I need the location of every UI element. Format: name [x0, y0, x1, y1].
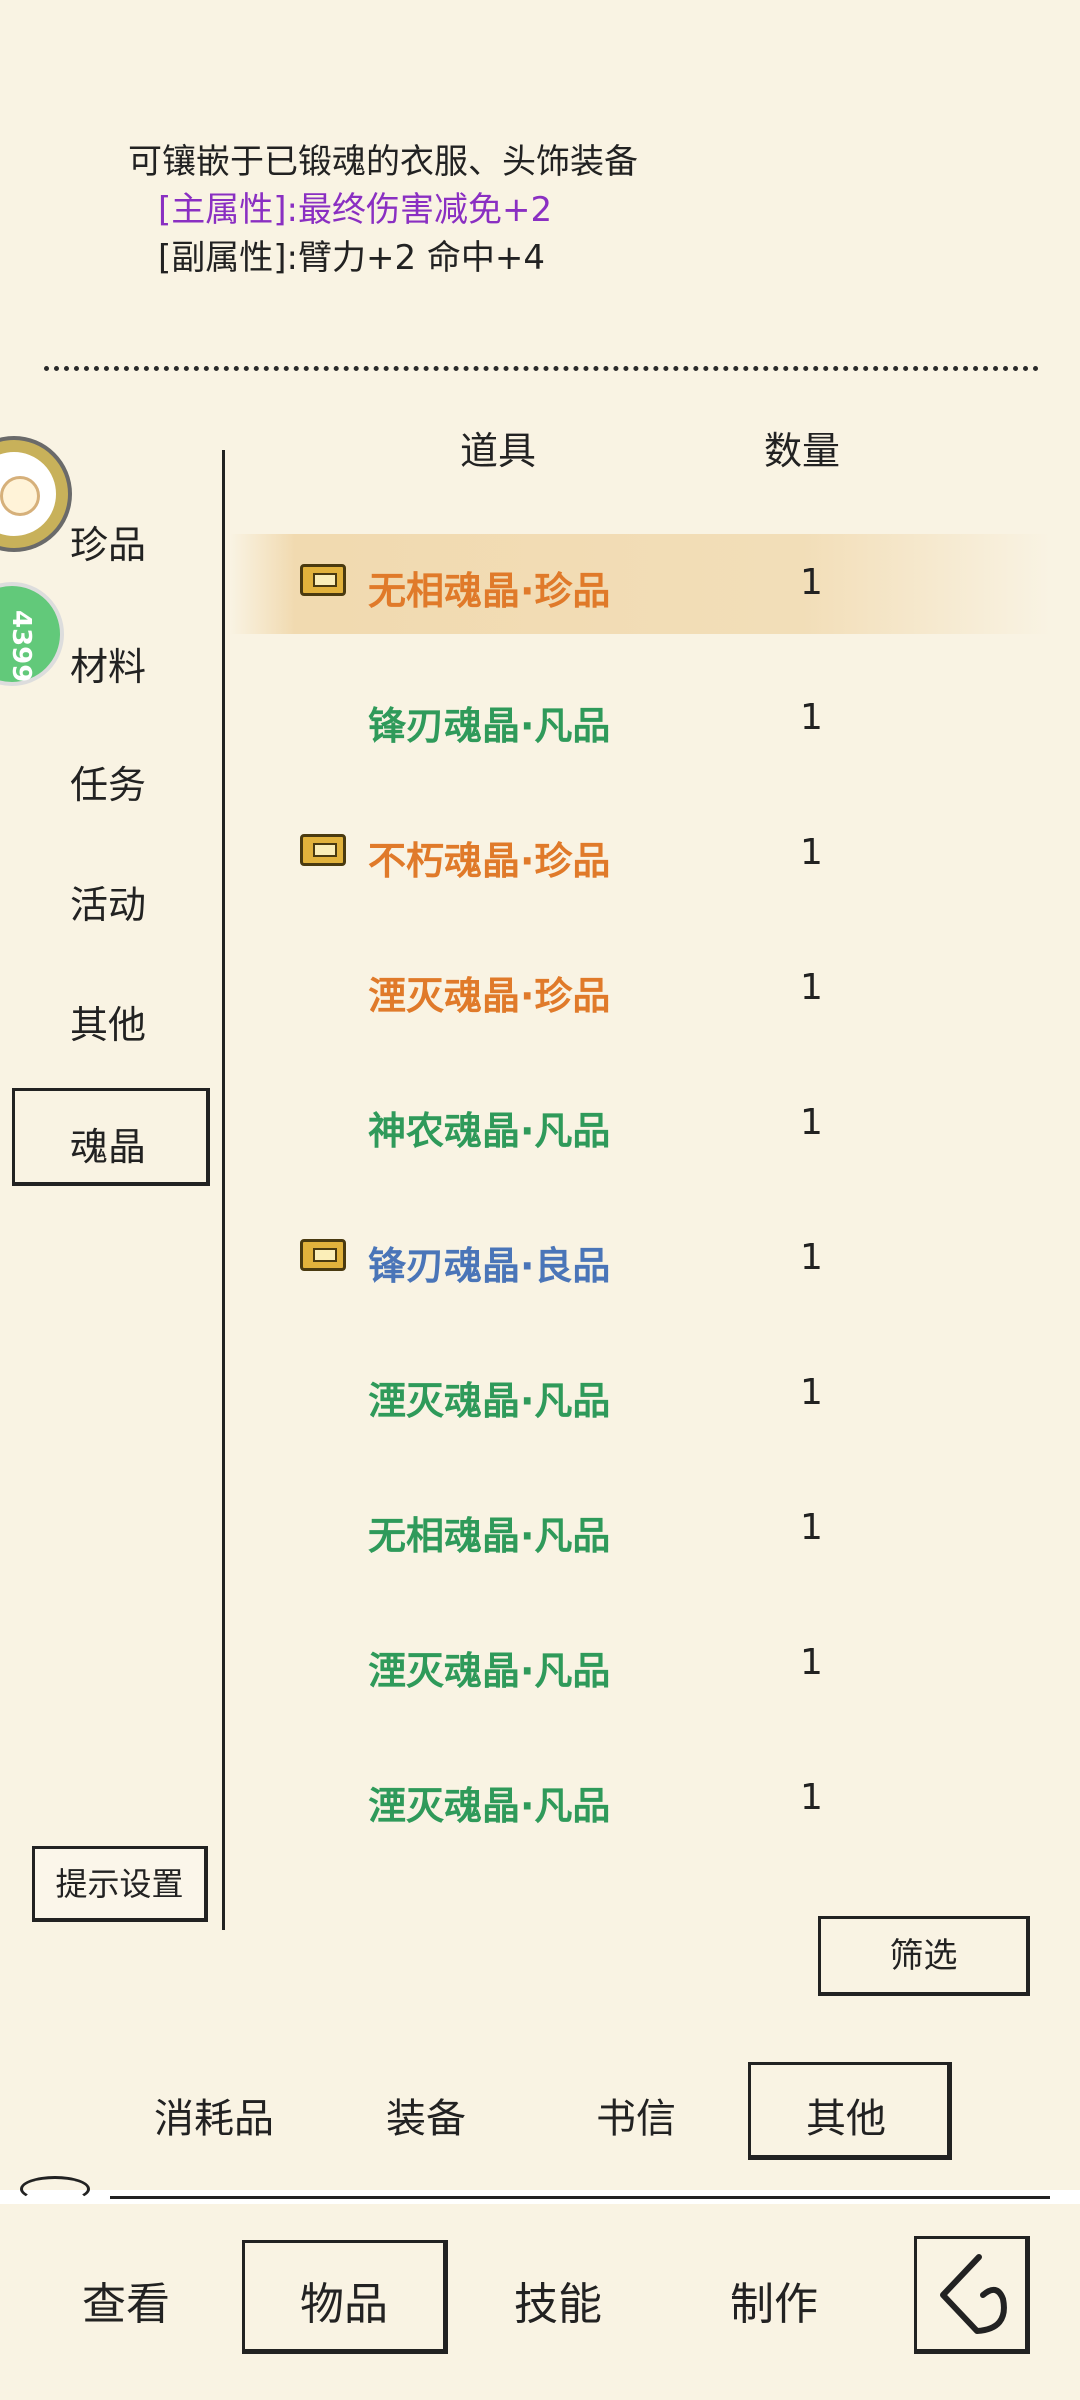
item-name: 神农魂晶·凡品: [368, 1109, 611, 1153]
item-row[interactable]: 湮灭魂晶·凡品 1: [230, 1344, 1050, 1444]
lock-icon: [300, 834, 346, 866]
item-description: 可镶嵌于已锻魂的衣服、头饰装备 [主属性]:最终伤害减免+2 [副属性]:臂力+…: [128, 138, 638, 282]
sidebar-item-others[interactable]: 其他: [70, 994, 146, 1049]
sidebar-item-materials[interactable]: 材料: [70, 636, 146, 691]
lock-icon: [300, 1239, 346, 1271]
description-line1: 可镶嵌于已锻魂的衣服、头饰装备: [128, 142, 638, 182]
item-name: 湮灭魂晶·凡品: [368, 1784, 611, 1828]
item-name: 湮灭魂晶·珍品: [368, 974, 611, 1018]
back-arrow-icon: [940, 2254, 1007, 2334]
column-header-item: 道具: [460, 429, 537, 473]
item-qty: 1: [800, 1372, 823, 1413]
tip-settings-button[interactable]: 提示设置: [32, 1846, 208, 1922]
nav-items[interactable]: 物品: [300, 2268, 388, 2332]
character-avatar[interactable]: [0, 440, 68, 548]
main-attribute: [主属性]:最终伤害减免+2: [158, 190, 553, 230]
item-row[interactable]: 锋刃魂晶·良品 1: [230, 1209, 1050, 1309]
item-qty: 1: [800, 1237, 823, 1278]
nav-view[interactable]: 查看: [82, 2268, 170, 2332]
column-header-qty: 数量: [764, 429, 841, 473]
item-name: 湮灭魂晶·凡品: [368, 1379, 611, 1423]
nav-crafting[interactable]: 制作: [730, 2268, 818, 2332]
item-name: 无相魂晶·凡品: [368, 1514, 611, 1558]
item-qty: 1: [800, 562, 823, 603]
item-name: 锋刃魂晶·凡品: [368, 704, 611, 748]
4399-badge-avatar[interactable]: 4399: [0, 582, 64, 686]
item-row[interactable]: 湮灭魂晶·凡品 1: [230, 1749, 1050, 1849]
badge-text: 4399: [6, 610, 36, 683]
item-row[interactable]: 湮灭魂晶·凡品 1: [230, 1614, 1050, 1714]
item-name: 无相魂晶·珍品: [368, 569, 611, 613]
item-qty: 1: [800, 832, 823, 873]
filter-button[interactable]: 筛选: [818, 1916, 1030, 1996]
sidebar-item-soul-crystal[interactable]: 魂晶: [70, 1116, 146, 1171]
item-row[interactable]: 无相魂晶·凡品 1: [230, 1479, 1050, 1579]
item-qty: 1: [800, 1642, 823, 1683]
sidebar-item-treasure[interactable]: 珍品: [70, 514, 146, 569]
tab-equipment[interactable]: 装备: [386, 2086, 466, 2144]
tab-consumables[interactable]: 消耗品: [154, 2086, 274, 2144]
item-qty: 1: [800, 1102, 823, 1143]
sidebar-item-quests[interactable]: 任务: [70, 754, 146, 809]
item-qty: 1: [800, 1777, 823, 1818]
dotted-divider: [44, 366, 1039, 371]
tab-letters[interactable]: 书信: [596, 2086, 676, 2144]
item-qty: 1: [800, 697, 823, 738]
item-name: 湮灭魂晶·凡品: [368, 1649, 611, 1693]
item-row[interactable]: 不朽魂晶·珍品 1: [230, 804, 1050, 904]
item-qty: 1: [800, 967, 823, 1008]
sub-attribute: [副属性]:臂力+2 命中+4: [158, 238, 546, 278]
item-row[interactable]: 湮灭魂晶·珍品 1: [230, 939, 1050, 1039]
item-row[interactable]: 无相魂晶·珍品 1: [230, 534, 1050, 634]
item-row[interactable]: 神农魂晶·凡品 1: [230, 1074, 1050, 1174]
nav-skills[interactable]: 技能: [514, 2268, 602, 2332]
item-row[interactable]: 锋刃魂晶·凡品 1: [230, 669, 1050, 769]
item-qty: 1: [800, 1507, 823, 1548]
sidebar-item-events[interactable]: 活动: [70, 874, 146, 929]
back-button[interactable]: [914, 2236, 1030, 2354]
sidebar-divider: [222, 450, 225, 1930]
item-name: 不朽魂晶·珍品: [368, 839, 611, 883]
lock-icon: [300, 564, 346, 596]
swirl-decoration-icon: [20, 2176, 90, 2202]
separator-line: [110, 2196, 1050, 2199]
tab-others[interactable]: 其他: [806, 2086, 886, 2144]
item-name: 锋刃魂晶·良品: [368, 1244, 611, 1288]
